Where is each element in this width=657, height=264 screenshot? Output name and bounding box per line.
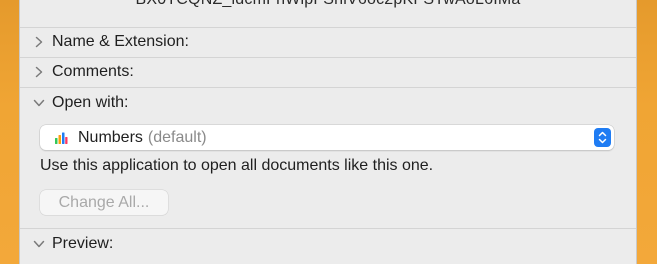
numbers-app-icon xyxy=(54,131,68,145)
section-label: Comments: xyxy=(52,63,134,80)
section-label: Name & Extension: xyxy=(52,33,189,50)
popup-stepper-icon[interactable] xyxy=(594,128,611,147)
file-name: BX0TCQNZ_ldcmFhWlpFShlV6oc2pKFSTwAoL6IMa xyxy=(20,0,636,9)
info-panel: BX0TCQNZ_ldcmFhWlpFShlV6oc2pKFSTwAoL6IMa… xyxy=(19,0,637,264)
chevron-down-icon[interactable] xyxy=(32,96,46,110)
chevron-down-icon[interactable] xyxy=(32,237,46,251)
change-all-button[interactable]: Change All... xyxy=(40,190,168,215)
app-name: Numbers xyxy=(78,128,143,146)
section-open-with[interactable]: Open with: xyxy=(32,93,128,113)
open-with-description: Use this application to open all documen… xyxy=(40,157,434,174)
section-comments[interactable]: Comments: xyxy=(32,62,134,82)
section-preview[interactable]: Preview: xyxy=(32,234,113,254)
divider xyxy=(20,228,636,229)
divider xyxy=(20,87,636,88)
divider xyxy=(20,57,636,58)
chevron-right-icon[interactable] xyxy=(32,35,46,49)
section-label: Open with: xyxy=(52,94,129,111)
app-default-label: (default) xyxy=(147,128,207,146)
section-name-extension[interactable]: Name & Extension: xyxy=(32,32,189,52)
section-label: Preview: xyxy=(52,235,114,252)
open-with-app-select[interactable]: Numbers (default) xyxy=(40,125,614,150)
chevron-right-icon[interactable] xyxy=(32,65,46,79)
divider xyxy=(20,27,636,28)
